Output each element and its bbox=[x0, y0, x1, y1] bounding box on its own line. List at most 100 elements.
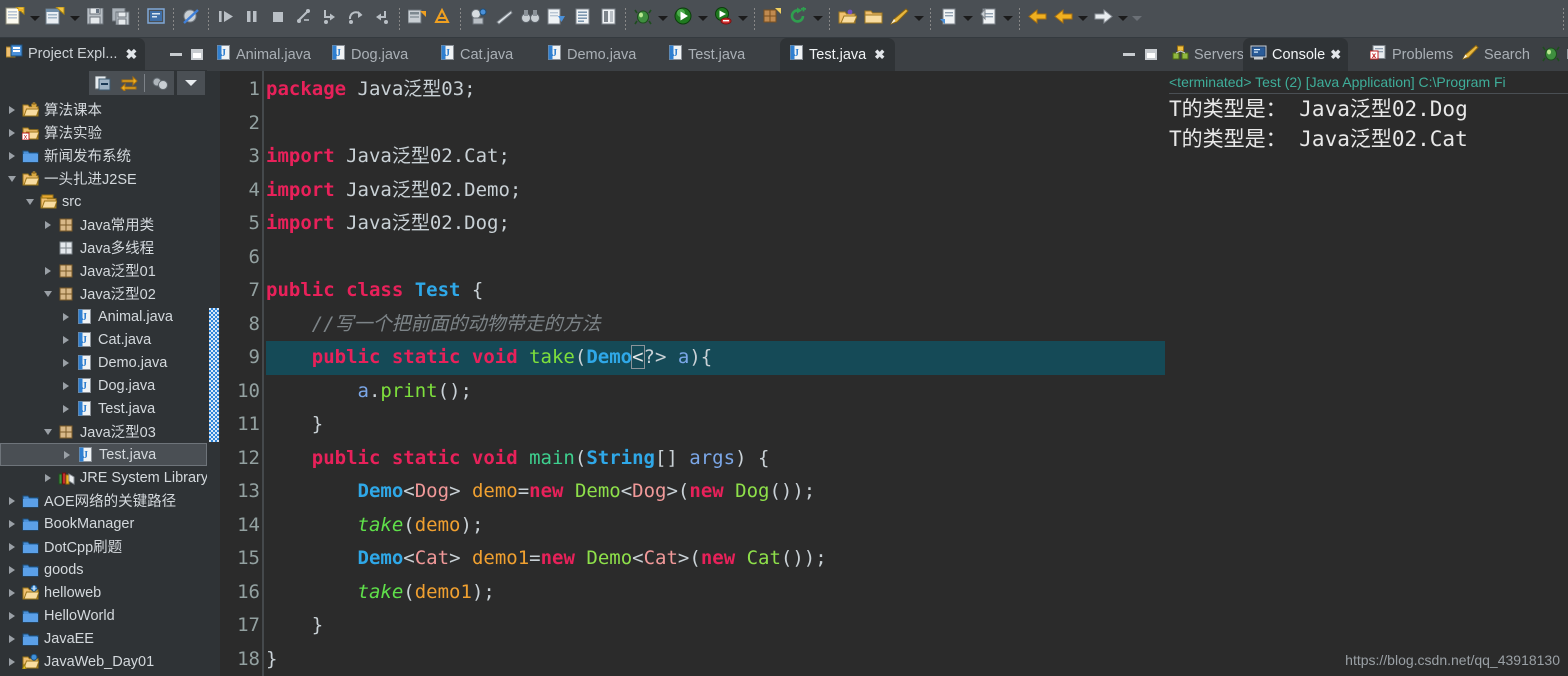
tree-twisty-closed[interactable] bbox=[58, 313, 74, 321]
tree-twisty-closed[interactable] bbox=[40, 474, 56, 482]
skip-breakpoints-button[interactable] bbox=[178, 4, 204, 34]
editor-tab[interactable]: J Demo.java bbox=[538, 38, 646, 71]
resume-button[interactable] bbox=[213, 4, 239, 34]
chevron-down-icon[interactable] bbox=[28, 4, 42, 34]
tree-item[interactable]: AOE网络的关键路径 bbox=[0, 489, 207, 512]
tree-twisty-open[interactable] bbox=[22, 199, 38, 205]
chevron-down-icon[interactable] bbox=[811, 4, 825, 34]
code-line[interactable]: a.print(); bbox=[266, 375, 1165, 409]
tree-item[interactable]: helloweb bbox=[0, 581, 207, 604]
tree-item[interactable]: BookManager bbox=[0, 512, 207, 535]
console-tab[interactable]: Console ✖ bbox=[1243, 38, 1349, 71]
new-window-button[interactable] bbox=[759, 4, 785, 34]
disconnect-button[interactable] bbox=[291, 4, 317, 34]
tree-item[interactable]: JavaEE bbox=[0, 627, 207, 650]
tree-item[interactable]: J Demo.java bbox=[0, 351, 207, 374]
open-type-button[interactable] bbox=[465, 4, 491, 34]
tree-twisty-closed[interactable] bbox=[4, 612, 20, 620]
save-all-button[interactable] bbox=[108, 4, 134, 34]
tree-twisty-closed[interactable] bbox=[4, 152, 20, 160]
tree-item[interactable]: src bbox=[0, 190, 207, 213]
tree-twisty-closed[interactable] bbox=[4, 589, 20, 597]
code-line[interactable] bbox=[266, 241, 1165, 275]
tree-twisty-closed[interactable] bbox=[40, 267, 56, 275]
code-line[interactable]: import Java泛型02.Cat; bbox=[266, 140, 1165, 174]
tree-twisty-closed[interactable] bbox=[4, 520, 20, 528]
view-filter-icon[interactable] bbox=[147, 71, 173, 95]
tree-item[interactable]: Java多线程 bbox=[0, 236, 207, 259]
search-button[interactable] bbox=[517, 4, 543, 34]
tree-item[interactable]: 算法课本 bbox=[0, 98, 207, 121]
tree-item[interactable]: Java常用类 bbox=[0, 213, 207, 236]
code-line[interactable]: Demo<Dog> demo=new Demo<Dog>(new Dog()); bbox=[266, 475, 1165, 509]
tree-twisty-closed[interactable] bbox=[58, 359, 74, 367]
close-icon[interactable]: ✖ bbox=[125, 46, 137, 63]
prev-annotation-button[interactable] bbox=[935, 4, 961, 34]
code-line[interactable]: } bbox=[266, 609, 1165, 643]
tree-item[interactable]: J Test.java bbox=[0, 397, 207, 420]
view-dropdown-button[interactable] bbox=[177, 71, 205, 95]
tree-item[interactable]: JavaWeb_Day01 bbox=[0, 650, 207, 673]
code-editor[interactable]: 1 2 3 4 5 6 7 8 9 10 11 12 13 14 15 16 17 18 package Java… bbox=[207, 71, 1165, 676]
code-line[interactable]: take(demo); bbox=[266, 509, 1165, 543]
tree-twisty-closed[interactable] bbox=[4, 106, 20, 114]
edit-button[interactable] bbox=[886, 4, 912, 34]
minimize-icon[interactable] bbox=[170, 52, 182, 56]
code-line[interactable]: import Java泛型02.Demo; bbox=[266, 174, 1165, 208]
open-resource-button[interactable] bbox=[860, 4, 886, 34]
code-line[interactable] bbox=[266, 107, 1165, 141]
chevron-down-icon[interactable] bbox=[656, 4, 670, 34]
tree-twisty-closed[interactable] bbox=[4, 129, 20, 137]
tree-item[interactable]: x 算法实验 bbox=[0, 121, 207, 144]
tree-twisty-open[interactable] bbox=[40, 429, 56, 435]
chevron-down-icon[interactable] bbox=[1001, 4, 1015, 34]
terminate-button[interactable] bbox=[265, 4, 291, 34]
code-line[interactable]: //写一个把前面的动物带走的方法 bbox=[266, 308, 1165, 342]
tree-twisty-closed[interactable] bbox=[58, 382, 74, 390]
tree-item[interactable]: goods bbox=[0, 558, 207, 581]
console-tab[interactable]: Servers bbox=[1165, 38, 1251, 71]
toggle-mark-button[interactable] bbox=[595, 4, 621, 34]
editor-tab[interactable]: J Dog.java bbox=[322, 38, 418, 71]
tree-item[interactable]: J Test.java bbox=[0, 443, 207, 466]
editor-tab[interactable]: J Test.java ✖ bbox=[780, 38, 896, 71]
new-annotation-button[interactable] bbox=[430, 4, 456, 34]
tree-twisty-closed[interactable] bbox=[4, 497, 20, 505]
tree-item[interactable]: J Cat.java bbox=[0, 328, 207, 351]
run-button[interactable] bbox=[670, 4, 696, 34]
tree-item[interactable]: Java泛型03 bbox=[0, 420, 207, 443]
run-external-tools-button[interactable] bbox=[710, 4, 736, 34]
close-icon[interactable]: ✖ bbox=[874, 47, 885, 63]
chevron-down-icon[interactable] bbox=[912, 4, 926, 34]
new-java-project-button[interactable] bbox=[42, 4, 68, 34]
code-line[interactable]: } bbox=[266, 408, 1165, 442]
code-line[interactable]: public static void take(Demo<?> a){ bbox=[266, 341, 1165, 375]
tree-twisty-closed[interactable] bbox=[59, 451, 75, 459]
doc-button[interactable] bbox=[569, 4, 595, 34]
open-perspective-button[interactable] bbox=[834, 4, 860, 34]
tree-twisty-closed[interactable] bbox=[4, 566, 20, 574]
chevron-down-icon[interactable] bbox=[696, 4, 710, 34]
chevron-down-icon[interactable] bbox=[1116, 4, 1130, 34]
maximize-icon[interactable] bbox=[1145, 49, 1157, 60]
back-history-button[interactable] bbox=[1024, 4, 1050, 34]
new-java-class-button[interactable] bbox=[404, 4, 430, 34]
editor-tab[interactable]: J Test.java bbox=[659, 38, 755, 71]
refresh-button[interactable] bbox=[785, 4, 811, 34]
code-line[interactable]: Demo<Cat> demo1=new Demo<Cat>(new Cat())… bbox=[266, 542, 1165, 576]
code-line[interactable]: public class Test { bbox=[266, 274, 1165, 308]
tree-twisty-open[interactable] bbox=[40, 291, 56, 297]
code-line[interactable]: package Java泛型03; bbox=[266, 73, 1165, 107]
print-button[interactable] bbox=[143, 4, 169, 34]
tree-item[interactable]: J Animal.java bbox=[0, 305, 207, 328]
suspend-button[interactable] bbox=[239, 4, 265, 34]
maximize-icon[interactable] bbox=[191, 48, 203, 60]
chevron-down-icon[interactable] bbox=[68, 4, 82, 34]
chevron-down-icon[interactable] bbox=[1076, 4, 1090, 34]
step-into-button[interactable] bbox=[317, 4, 343, 34]
tree-twisty-closed[interactable] bbox=[58, 336, 74, 344]
chevron-down-icon[interactable] bbox=[736, 4, 750, 34]
tree-twisty-closed[interactable] bbox=[4, 635, 20, 643]
console-tab[interactable]: x Problems bbox=[1363, 38, 1460, 71]
new-wizard-button[interactable] bbox=[2, 4, 28, 34]
